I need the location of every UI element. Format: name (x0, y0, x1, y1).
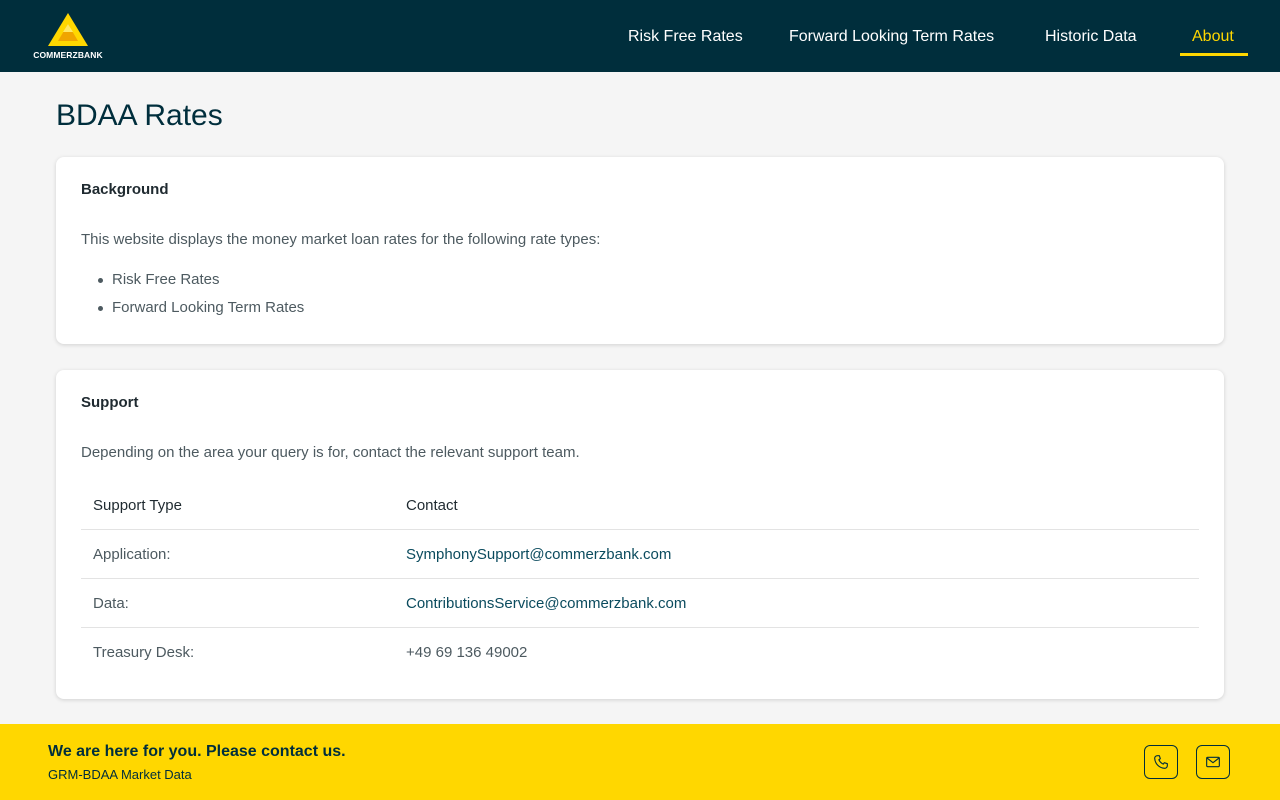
table-header-row: Support Type Contact (81, 481, 1199, 530)
support-type-cell: Application: (81, 529, 394, 579)
background-heading: Background (81, 181, 169, 198)
background-description: This website displays the money market l… (81, 231, 601, 248)
table-row: Treasury Desk: +49 69 136 49002 (81, 628, 1199, 677)
footer-subtitle: GRM-BDAA Market Data (48, 767, 192, 782)
column-header-contact: Contact (394, 481, 1199, 530)
application-support-email-link[interactable]: SymphonySupport@commerzbank.com (406, 546, 671, 563)
mail-button[interactable] (1196, 745, 1230, 779)
page-title: BDAA Rates (56, 99, 223, 132)
commerzbank-logo[interactable]: COMMERZBANK (32, 12, 104, 60)
nav-about[interactable]: About (1192, 26, 1234, 48)
background-card: Background This website displays the mon… (56, 157, 1224, 344)
treasury-phone-number: +49 69 136 49002 (406, 643, 528, 661)
ribbon-logo-icon (48, 13, 88, 46)
table-row: Application: SymphonySupport@commerzbank… (81, 529, 1199, 579)
support-card: Support Depending on the area your query… (56, 370, 1224, 699)
list-item: Forward Looking Term Rates (81, 297, 304, 325)
nav-historic-data[interactable]: Historic Data (1045, 26, 1137, 48)
column-header-support-type: Support Type (81, 481, 394, 530)
nav-forward-looking-term-rates[interactable]: Forward Looking Term Rates (789, 26, 994, 48)
top-navigation-bar: COMMERZBANK Risk Free Rates Forward Look… (0, 0, 1280, 72)
table-row: Data: ContributionsService@commerzbank.c… (81, 578, 1199, 628)
nav-risk-free-rates[interactable]: Risk Free Rates (628, 26, 743, 48)
support-heading: Support (81, 394, 139, 411)
nav-active-indicator (1180, 53, 1248, 56)
support-type-cell: Data: (81, 578, 394, 628)
phone-icon (1154, 755, 1168, 769)
contact-footer: We are here for you. Please contact us. … (0, 724, 1280, 800)
data-support-email-link[interactable]: ContributionsService@commerzbank.com (406, 595, 686, 612)
rate-types-list: Risk Free Rates Forward Looking Term Rat… (81, 269, 304, 325)
support-type-cell: Treasury Desk: (93, 643, 195, 661)
list-item: Risk Free Rates (81, 269, 304, 297)
support-description: Depending on the area your query is for,… (81, 444, 580, 461)
footer-heading: We are here for you. Please contact us. (48, 743, 346, 760)
support-table: Support Type Contact Application: Sympho… (81, 481, 1199, 676)
mail-icon (1206, 756, 1220, 768)
contact-cell: ContributionsService@commerzbank.com (394, 578, 1199, 628)
contact-cell: SymphonySupport@commerzbank.com (394, 529, 1199, 579)
logo-wordmark: COMMERZBANK (33, 50, 103, 60)
phone-button[interactable] (1144, 745, 1178, 779)
